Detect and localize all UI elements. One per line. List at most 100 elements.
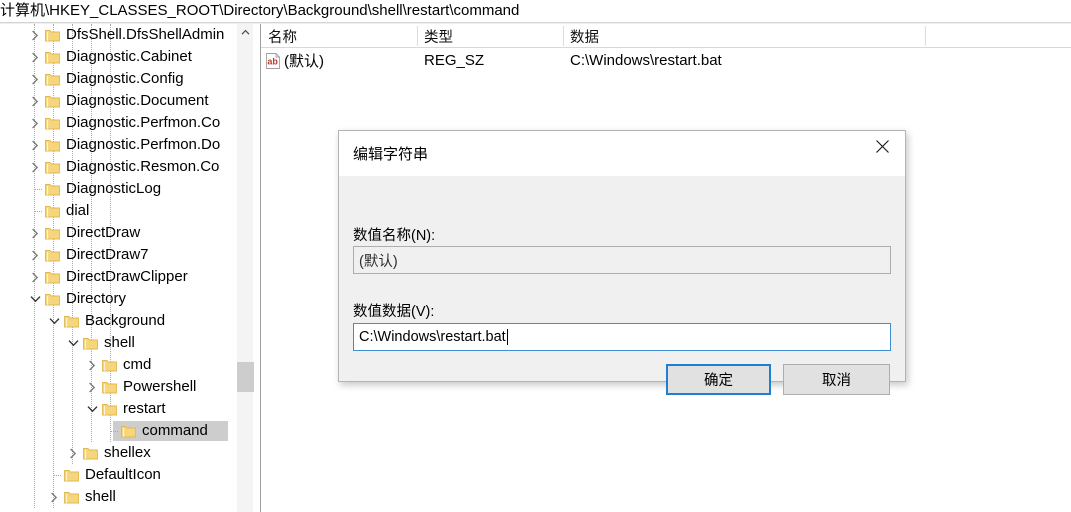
chevron-right-icon[interactable] bbox=[26, 68, 44, 90]
chevron-right-icon[interactable] bbox=[83, 376, 101, 398]
chevron-right-icon[interactable] bbox=[26, 90, 44, 112]
tree-item-diagnostic-resmon-co[interactable]: Diagnostic.Resmon.Co bbox=[0, 156, 236, 178]
tree-item-label: Diagnostic.Document bbox=[66, 92, 209, 109]
tree-item-directdrawclipper[interactable]: DirectDrawClipper bbox=[0, 266, 236, 288]
tree-item-background[interactable]: Background bbox=[0, 310, 236, 332]
registry-key-tree[interactable]: DfsShell.DfsShellAdmin Diagnostic.Cabinet… bbox=[0, 24, 236, 512]
folder-icon bbox=[44, 222, 61, 244]
registry-path: 计算机\HKEY_CLASSES_ROOT\Directory\Backgrou… bbox=[0, 2, 520, 19]
edit-string-dialog[interactable]: 编辑字符串 数值名称(N): (默认) 数值数据(V): C:\Windows\… bbox=[338, 130, 906, 395]
tree-item-label: shellex bbox=[104, 444, 151, 461]
folder-icon bbox=[44, 68, 61, 90]
value-data-input[interactable]: C:\Windows\restart.bat bbox=[353, 323, 891, 351]
folder-icon bbox=[101, 376, 118, 398]
cancel-button[interactable]: 取消 bbox=[783, 364, 890, 395]
ok-button[interactable]: 确定 bbox=[666, 364, 771, 395]
list-column-headers[interactable]: 名称 类型 数据 bbox=[261, 24, 1071, 48]
chevron-right-icon[interactable] bbox=[45, 486, 63, 508]
chevron-down-icon[interactable] bbox=[26, 288, 44, 310]
tree-item-diagnostic-cabinet[interactable]: Diagnostic.Cabinet bbox=[0, 46, 236, 68]
tree-item-diagnostic-perfmon-do[interactable]: Diagnostic.Perfmon.Do bbox=[0, 134, 236, 156]
close-icon[interactable] bbox=[859, 131, 905, 161]
tree-item-label: DirectDraw bbox=[66, 224, 141, 241]
folder-icon bbox=[63, 464, 80, 486]
folder-icon bbox=[82, 442, 99, 464]
chevron-right-icon[interactable] bbox=[26, 266, 44, 288]
list-rows-container: ab (默认) REG_SZ C:\Windows\restart.bat bbox=[261, 48, 1071, 73]
tree-item-label: Diagnostic.Perfmon.Do bbox=[66, 136, 221, 153]
folder-icon bbox=[44, 200, 61, 222]
chevron-right-icon[interactable] bbox=[26, 112, 44, 134]
chevron-right-icon[interactable] bbox=[26, 222, 44, 244]
tree-item-directory[interactable]: Directory bbox=[0, 288, 236, 310]
column-divider[interactable] bbox=[563, 26, 564, 46]
folder-icon bbox=[44, 178, 61, 200]
string-value-icon: ab bbox=[265, 52, 281, 69]
column-header-1[interactable]: 类型 bbox=[417, 24, 563, 48]
tree-item-diagnostic-config[interactable]: Diagnostic.Config bbox=[0, 68, 236, 90]
tree-item-label: DirectDrawClipper bbox=[66, 268, 188, 285]
chevron-right-icon[interactable] bbox=[26, 156, 44, 178]
tree-item-powershell[interactable]: Powershell bbox=[0, 376, 236, 398]
folder-icon bbox=[120, 420, 137, 442]
tree-item-shellex[interactable]: shellex bbox=[0, 442, 236, 464]
tree-item-label: command bbox=[142, 422, 208, 439]
folder-icon bbox=[44, 266, 61, 288]
address-bar[interactable]: 计算机\HKEY_CLASSES_ROOT\Directory\Backgrou… bbox=[0, 0, 1071, 22]
tree-vertical-scrollbar[interactable] bbox=[236, 24, 254, 512]
chevron-down-icon[interactable] bbox=[83, 398, 101, 420]
tree-item-label: shell bbox=[85, 488, 116, 505]
tree-item-directdraw[interactable]: DirectDraw bbox=[0, 222, 236, 244]
scroll-thumb[interactable] bbox=[237, 362, 254, 392]
scroll-up-button[interactable] bbox=[237, 24, 254, 41]
tree-item-label: cmd bbox=[123, 356, 152, 373]
tree-item-label: Directory bbox=[66, 290, 127, 307]
tree-item-dial[interactable]: dial bbox=[0, 200, 236, 222]
folder-icon bbox=[44, 24, 61, 46]
column-divider[interactable] bbox=[417, 26, 418, 46]
column-header-2[interactable]: 数据 bbox=[563, 24, 925, 48]
column-header-0[interactable]: 名称 bbox=[261, 24, 417, 48]
folder-icon bbox=[44, 156, 61, 178]
tree-item-shell[interactable]: shell bbox=[0, 332, 236, 354]
chevron-down-icon[interactable] bbox=[45, 310, 63, 332]
tree-item-label: DiagnosticLog bbox=[66, 180, 162, 197]
tree-item-defaulticon[interactable]: DefaultIcon bbox=[0, 464, 236, 486]
chevron-right-icon[interactable] bbox=[26, 24, 44, 46]
folder-icon bbox=[44, 112, 61, 134]
chevron-right-icon[interactable] bbox=[26, 134, 44, 156]
value-row[interactable]: ab (默认) REG_SZ C:\Windows\restart.bat bbox=[261, 48, 1071, 73]
folder-icon bbox=[63, 310, 80, 332]
tree-item-label: Diagnostic.Resmon.Co bbox=[66, 158, 220, 175]
folder-icon bbox=[44, 288, 61, 310]
chevron-right-icon[interactable] bbox=[83, 354, 101, 376]
tree-item-restart[interactable]: restart bbox=[0, 398, 236, 420]
tree-item-dfsshell-dfsshelladmin[interactable]: DfsShell.DfsShellAdmin bbox=[0, 24, 236, 46]
tree-item-diagnosticlog[interactable]: DiagnosticLog bbox=[0, 178, 236, 200]
folder-icon bbox=[101, 398, 118, 420]
tree-item-label: shell bbox=[104, 334, 135, 351]
tree-item-diagnostic-document[interactable]: Diagnostic.Document bbox=[0, 90, 236, 112]
tree-item-directdraw7[interactable]: DirectDraw7 bbox=[0, 244, 236, 266]
text-caret bbox=[506, 329, 508, 345]
tree-item-cmd[interactable]: cmd bbox=[0, 354, 236, 376]
folder-icon bbox=[44, 134, 61, 156]
tree-item-shell[interactable]: shell bbox=[0, 486, 236, 508]
chevron-right-icon[interactable] bbox=[26, 244, 44, 266]
dialog-title: 编辑字符串 bbox=[353, 146, 429, 163]
dialog-body: 数值名称(N): (默认) 数值数据(V): C:\Windows\restar… bbox=[339, 176, 905, 395]
tree-item-label: Powershell bbox=[123, 378, 197, 395]
tree-item-label: Diagnostic.Config bbox=[66, 70, 184, 87]
chevron-right-icon[interactable] bbox=[64, 442, 82, 464]
tree-item-label: Background bbox=[85, 312, 166, 329]
chevron-down-icon[interactable] bbox=[64, 332, 82, 354]
chevron-right-icon[interactable] bbox=[26, 46, 44, 68]
column-divider[interactable] bbox=[925, 26, 926, 46]
value-data-label: 数值数据(V): bbox=[353, 304, 435, 320]
tree-item-diagnostic-perfmon-co[interactable]: Diagnostic.Perfmon.Co bbox=[0, 112, 236, 134]
value-name-text: (默认) bbox=[359, 253, 398, 270]
tree-item-command[interactable]: command bbox=[0, 420, 236, 442]
tree-item-label: DfsShell.DfsShellAdmin bbox=[66, 26, 225, 43]
